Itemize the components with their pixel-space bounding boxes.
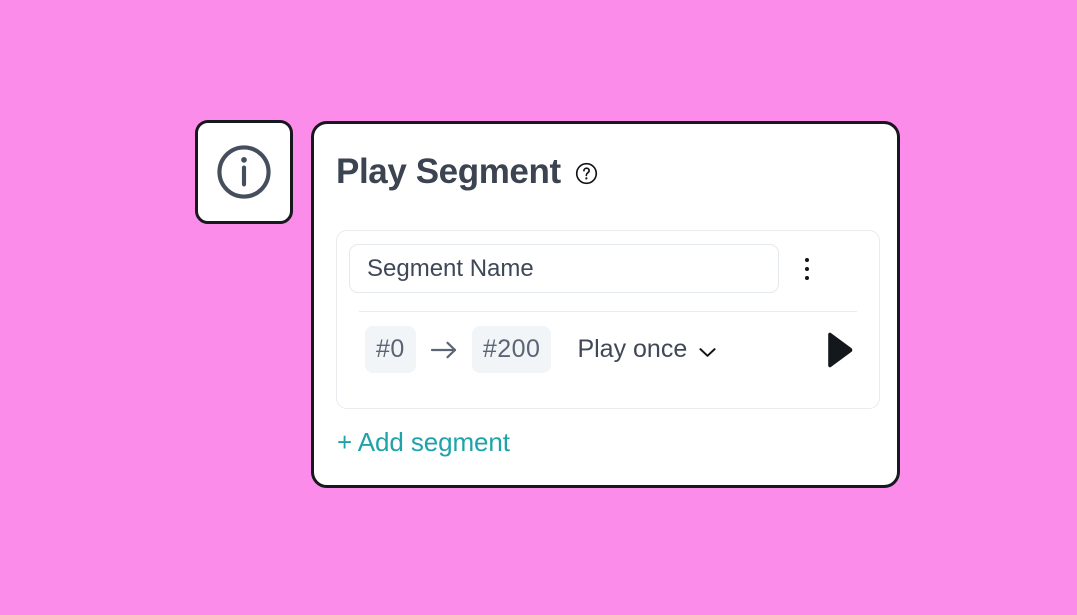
segment-panel: #0 #200 Play once: [336, 230, 880, 409]
screen-background: Play Segment #0: [0, 0, 1077, 615]
chevron-down-icon: [699, 347, 716, 357]
loop-mode-dropdown[interactable]: Play once: [577, 335, 717, 364]
play-icon: [827, 332, 852, 367]
play-button[interactable]: [822, 330, 856, 370]
kebab-dot: [805, 275, 809, 280]
end-frame-input[interactable]: #200: [471, 326, 552, 373]
segment-options-button[interactable]: [785, 244, 829, 293]
segment-name-row: [337, 231, 879, 293]
add-segment-link[interactable]: + Add segment: [337, 427, 510, 458]
segment-name-input[interactable]: [349, 244, 779, 293]
info-circle-icon: [217, 145, 271, 199]
info-toggle-button[interactable]: [195, 120, 293, 224]
page-title: Play Segment: [336, 152, 561, 191]
play-segment-card: Play Segment #0: [311, 121, 900, 488]
card-header: Play Segment: [314, 124, 897, 189]
question-circle-icon[interactable]: [575, 162, 598, 185]
kebab-dot: [805, 266, 809, 271]
kebab-dot: [805, 257, 809, 262]
arrow-right-icon: [430, 341, 456, 358]
loop-mode-label: Play once: [577, 335, 688, 363]
start-frame-input[interactable]: #0: [365, 326, 416, 373]
frame-range-row: #0 #200 Play once: [337, 312, 879, 373]
